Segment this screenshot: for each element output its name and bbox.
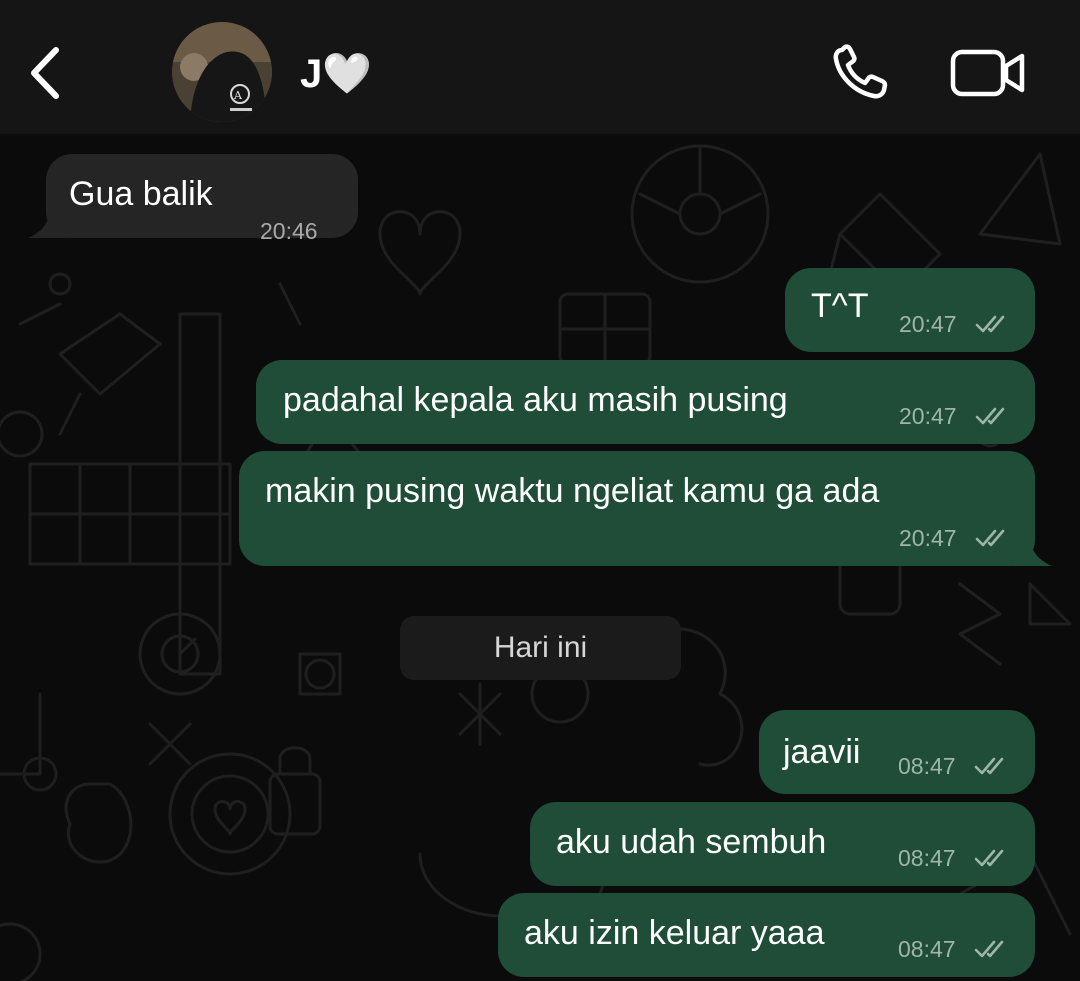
message-text: jaavii bbox=[783, 733, 861, 771]
message-bubble-outgoing[interactable]: padahal kepala aku masih pusing 20:47 bbox=[256, 360, 1035, 444]
message-text: aku udah sembuh bbox=[556, 823, 827, 861]
contact-name[interactable]: J🤍 bbox=[300, 52, 372, 96]
message-time: 20:47 bbox=[899, 311, 957, 337]
message-time: 08:47 bbox=[898, 936, 956, 962]
message-text: Gua balik bbox=[69, 175, 213, 213]
message-bubble-outgoing[interactable]: aku izin keluar yaaa 08:47 bbox=[498, 893, 1035, 977]
svg-text:A: A bbox=[233, 89, 243, 102]
profile-photo: A bbox=[172, 22, 272, 122]
message-time: 20:47 bbox=[899, 525, 957, 551]
double-check-icon bbox=[974, 849, 1004, 867]
message-bubble-outgoing[interactable]: jaavii 08:47 bbox=[759, 710, 1035, 794]
double-check-icon bbox=[975, 407, 1005, 425]
bubble-tail bbox=[28, 208, 68, 238]
date-separator: Hari ini bbox=[400, 616, 681, 680]
message-text: makin pusing waktu ngeliat kamu ga ada bbox=[265, 472, 880, 510]
double-check-icon bbox=[974, 940, 1004, 958]
message-bubble-incoming[interactable]: Gua balik 20:46 bbox=[46, 154, 358, 244]
message-time: 08:47 bbox=[898, 753, 956, 779]
double-check-icon bbox=[975, 529, 1005, 547]
message-bubble-outgoing[interactable]: aku udah sembuh 08:47 bbox=[530, 802, 1035, 886]
message-text: T^T bbox=[811, 287, 869, 325]
message-bubble-outgoing[interactable]: makin pusing waktu ngeliat kamu ga ada 2… bbox=[239, 451, 1035, 566]
chat-area[interactable]: Gua balik 20:46 T^T 20:47 padahal kepala… bbox=[0, 134, 1080, 981]
message-time: 08:47 bbox=[898, 845, 956, 871]
double-check-icon bbox=[975, 315, 1005, 333]
phone-icon[interactable] bbox=[830, 44, 892, 102]
message-bubble-outgoing[interactable]: T^T 20:47 bbox=[785, 268, 1035, 352]
message-time: 20:47 bbox=[899, 403, 957, 429]
chevron-left-icon[interactable] bbox=[24, 42, 68, 104]
video-camera-icon[interactable] bbox=[950, 48, 1026, 98]
avatar[interactable]: A bbox=[172, 22, 272, 122]
message-text: padahal kepala aku masih pusing bbox=[283, 381, 788, 419]
chat-header: A J🤍 bbox=[0, 0, 1080, 134]
double-check-icon bbox=[974, 757, 1004, 775]
message-time: 20:46 bbox=[260, 218, 318, 244]
message-text: aku izin keluar yaaa bbox=[524, 914, 825, 952]
bubble-tail bbox=[1012, 536, 1052, 566]
